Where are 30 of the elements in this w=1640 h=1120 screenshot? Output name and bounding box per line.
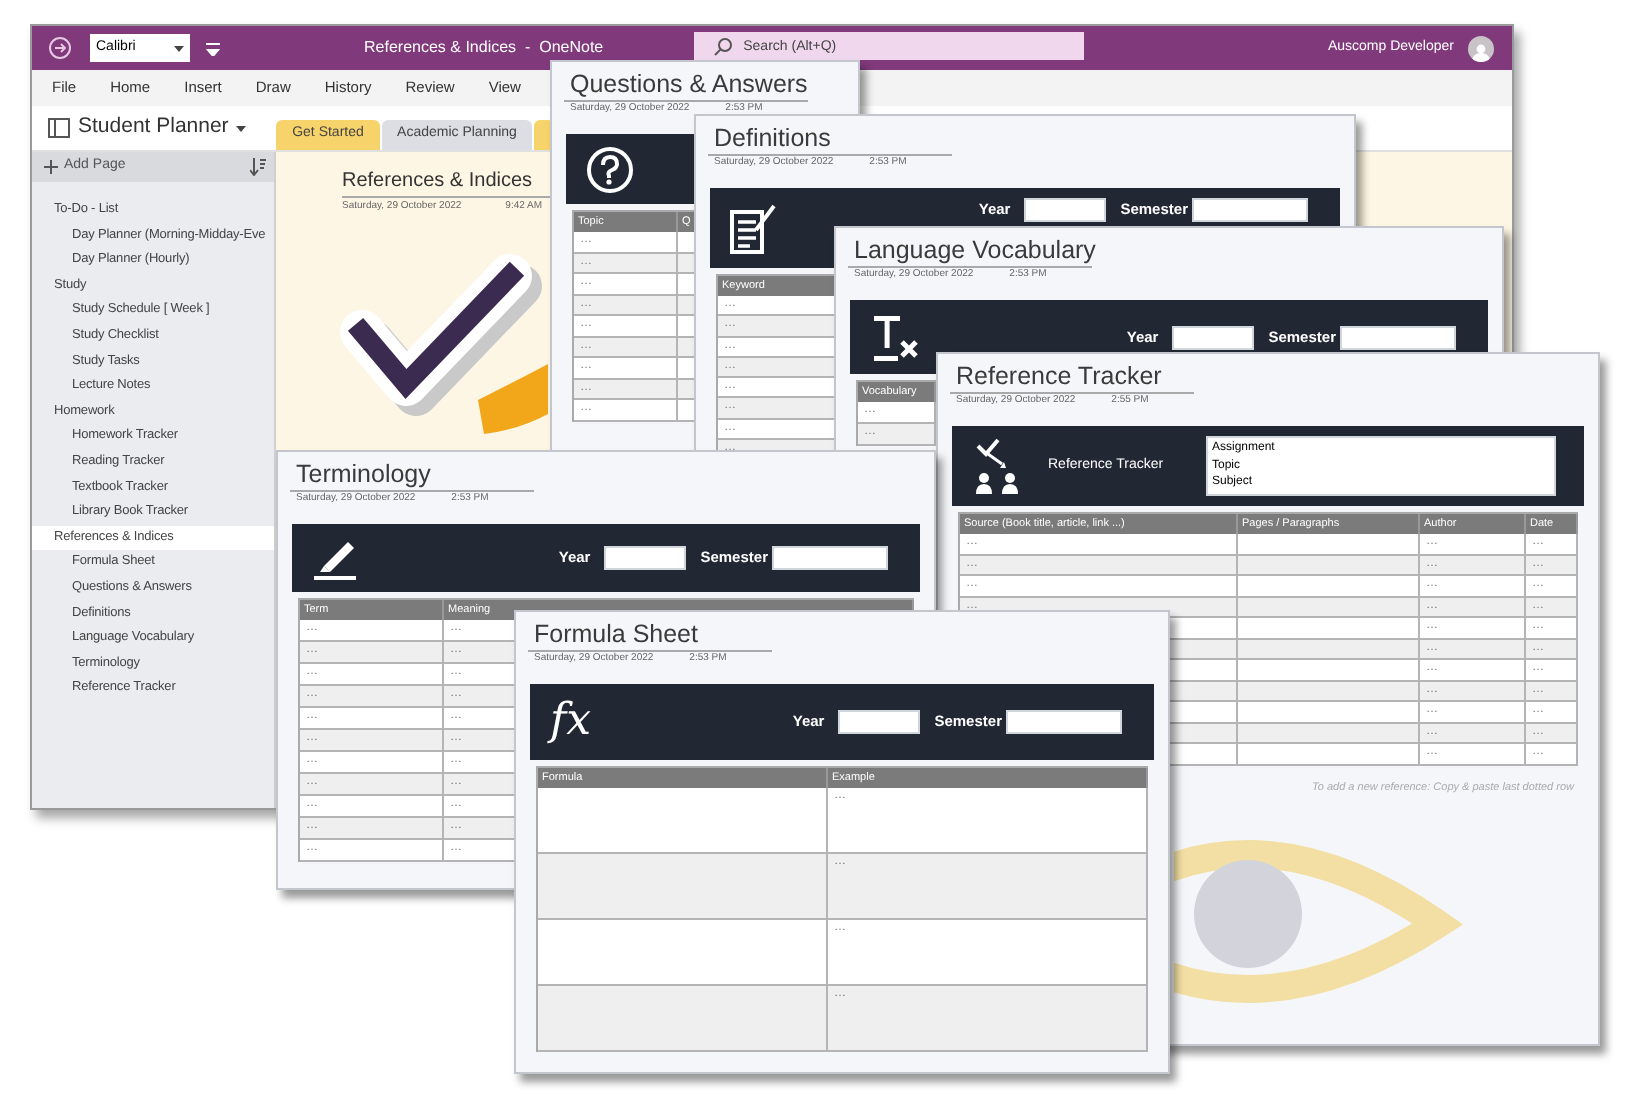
year-field[interactable] [838, 710, 921, 734]
page-title: Reference Tracker [956, 362, 1162, 392]
notebook-icon [48, 118, 70, 138]
notepad-icon [730, 202, 778, 254]
page-title: Terminology [296, 460, 431, 490]
clear-format-icon [870, 311, 922, 363]
avatar-icon[interactable] [1468, 35, 1494, 61]
caret-icon [236, 125, 247, 131]
caret-icon [174, 45, 184, 51]
reference-icon [972, 436, 1024, 496]
semester-field[interactable] [772, 546, 888, 570]
highlighter-icon [312, 536, 360, 580]
semester-field[interactable] [1006, 710, 1122, 734]
semester-field[interactable] [1192, 198, 1308, 222]
year-field[interactable] [1024, 198, 1107, 222]
back-icon [48, 36, 72, 60]
year-field[interactable] [604, 546, 687, 570]
sort-icon [250, 158, 266, 176]
year-field[interactable] [1172, 325, 1255, 349]
page-title: References & Indices [342, 172, 533, 192]
search-icon [713, 37, 732, 55]
semester-field[interactable] [1340, 325, 1456, 349]
question-icon [586, 145, 634, 193]
plus-icon [44, 160, 58, 174]
page-title: Definitions [714, 124, 831, 154]
page-title: Language Vocabulary [854, 236, 1096, 266]
customize-icon [206, 41, 220, 55]
window-title: References & Indices - OneNote [364, 36, 604, 60]
notebook-name[interactable]: Student Planner [78, 112, 229, 144]
page-title: Questions & Answers [570, 70, 808, 100]
